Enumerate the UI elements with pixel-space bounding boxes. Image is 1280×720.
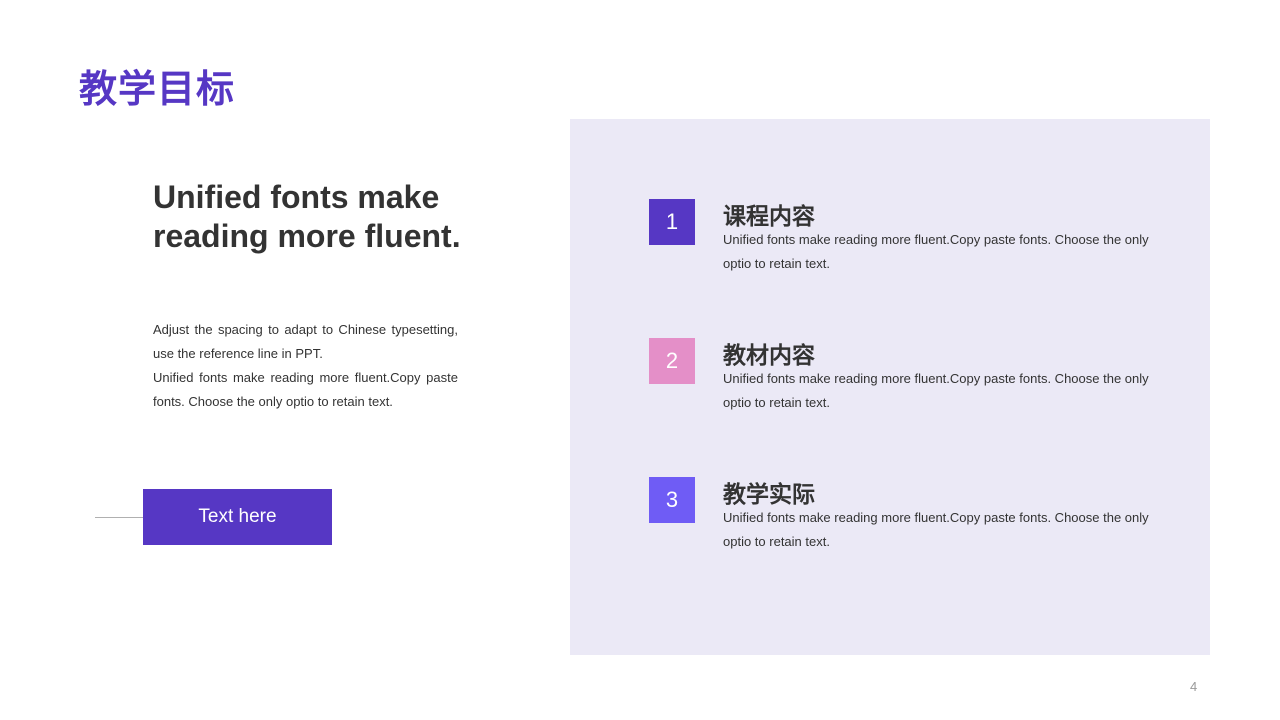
page-title: 教学目标 [79, 67, 236, 111]
objective-desc-2: Unified fonts make reading more fluent.C… [723, 371, 1149, 410]
text-here-button[interactable]: Text here [143, 489, 332, 545]
objective-number-1: 1 [649, 199, 695, 245]
headline: Unified fonts make reading more fluent. [153, 179, 461, 254]
body-text: Adjust the spacing to adapt to Chinese t… [153, 318, 458, 414]
objective-title-1: 课程内容 [723, 204, 815, 230]
page-number: 4 [1190, 679, 1198, 694]
body-paragraph-2: Unified fonts make reading more fluent.C… [153, 370, 458, 409]
objective-desc-3: Unified fonts make reading more fluent.C… [723, 510, 1149, 549]
objective-title-2: 教材内容 [723, 343, 815, 369]
objective-desc-1: Unified fonts make reading more fluent.C… [723, 232, 1149, 271]
objective-number-3: 3 [649, 477, 695, 523]
body-paragraph-1: Adjust the spacing to adapt to Chinese t… [153, 322, 458, 361]
objective-title-3: 教学实际 [723, 482, 815, 508]
objective-number-2: 2 [649, 338, 695, 384]
objectives-panel: 1 课程内容 Unified fonts make reading more f… [570, 119, 1210, 655]
